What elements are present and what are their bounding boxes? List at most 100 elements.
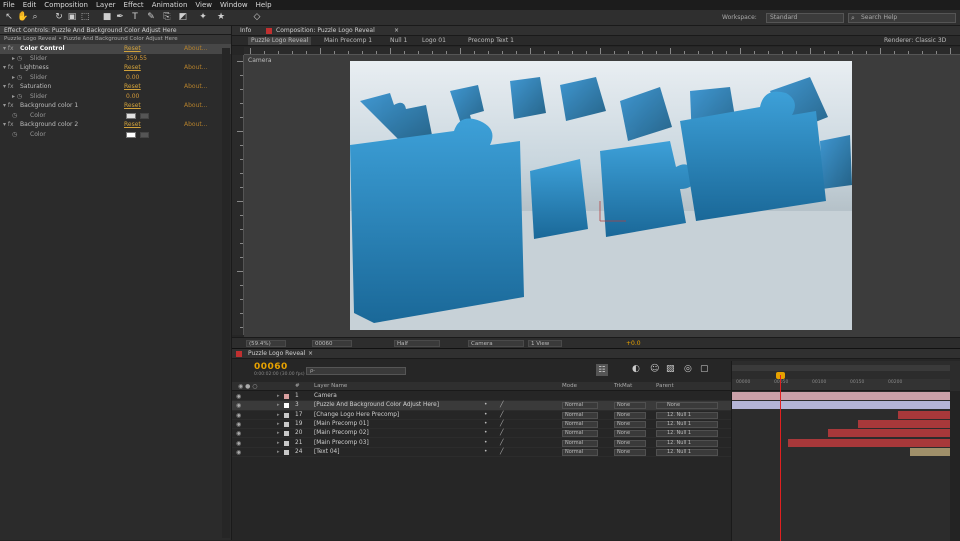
color-swatch[interactable]: [126, 112, 136, 119]
layer-row[interactable]: ◉ ▸ 20 [Main Precomp 02] • ╱ Normal None 12. Nul…: [232, 429, 731, 439]
label-color-chip[interactable]: [284, 440, 289, 446]
layer-expand-icon[interactable]: ▸: [277, 420, 280, 429]
track-matte-dropdown[interactable]: None: [614, 439, 646, 447]
tab-info[interactable]: Info: [240, 27, 251, 35]
layer-duration-bar[interactable]: [788, 438, 950, 447]
visibility-eye-icon[interactable]: ◉: [236, 411, 241, 420]
property-value[interactable]: 0.00: [126, 73, 139, 83]
layer-duration-bar[interactable]: [732, 392, 950, 400]
quality-switch-icon[interactable]: ╱: [500, 420, 504, 429]
layer-duration-bar[interactable]: [858, 419, 950, 428]
magnification-dropdown[interactable]: (59.4%): [246, 340, 286, 347]
rotate-tool-icon[interactable]: ↻: [54, 12, 64, 23]
menu-item-layer[interactable]: Layer: [96, 1, 116, 9]
hand-tool-icon[interactable]: ✋: [17, 12, 28, 23]
layer-row[interactable]: ◉ ▸ 1 Camera: [232, 392, 731, 402]
breadcrumb-item[interactable]: Logo 01: [422, 37, 446, 45]
layer-name[interactable]: Camera: [314, 392, 337, 401]
layer-name[interactable]: [Main Precomp 03]: [314, 439, 369, 448]
layer-duration-bar[interactable]: [898, 410, 950, 419]
breadcrumb-item[interactable]: Null 1: [390, 37, 407, 45]
renderer-label[interactable]: Renderer: Classic 3D: [884, 37, 946, 45]
visibility-eye-icon[interactable]: ◉: [236, 392, 241, 401]
label-color-chip[interactable]: [284, 394, 289, 399]
shy-switch-icon[interactable]: •: [484, 411, 487, 420]
menu-item-file[interactable]: File: [3, 1, 15, 9]
shy-switch-icon[interactable]: •: [484, 439, 487, 448]
tab-timeline[interactable]: Puzzle Logo Reveal: [248, 350, 305, 358]
effect-name[interactable]: Background color 1: [20, 101, 78, 111]
stopwatch-icon[interactable]: ▸ ◷: [12, 92, 22, 102]
color-swatch[interactable]: [126, 131, 136, 138]
visibility-eye-icon[interactable]: ◉: [236, 448, 241, 457]
about-link[interactable]: About...: [184, 120, 207, 130]
reset-link[interactable]: Reset: [124, 44, 141, 54]
reset-link[interactable]: Reset: [124, 63, 141, 73]
menu-item-effect[interactable]: Effect: [124, 1, 144, 9]
pan-behind-tool-icon[interactable]: ⬚: [80, 12, 90, 23]
menu-item-window[interactable]: Window: [220, 1, 248, 9]
stopwatch-icon[interactable]: ▸ ◷: [12, 73, 22, 83]
shy-switch-icon[interactable]: •: [484, 448, 487, 457]
track-matte-dropdown[interactable]: None: [614, 402, 646, 410]
eyedropper-icon[interactable]: [140, 131, 149, 138]
parent-dropdown[interactable]: 12. Null 1: [656, 420, 718, 428]
blend-mode-dropdown[interactable]: Normal: [562, 448, 598, 456]
eraser-tool-icon[interactable]: ◩: [178, 12, 188, 23]
col-mode[interactable]: Mode: [562, 382, 577, 391]
motion-blur-icon[interactable]: ◎: [684, 364, 692, 374]
current-time-indicator[interactable]: [780, 375, 781, 541]
layer-duration-bar[interactable]: [828, 429, 950, 438]
layer-expand-icon[interactable]: ▸: [277, 429, 280, 438]
3d-view-dropdown[interactable]: Camera: [468, 340, 524, 347]
draft-3d-icon[interactable]: ◐: [632, 364, 640, 374]
layer-name[interactable]: [Main Precomp 02]: [314, 429, 369, 438]
shy-switch-icon[interactable]: •: [484, 429, 487, 438]
effect-name[interactable]: Lightness: [20, 63, 49, 73]
blend-mode-dropdown[interactable]: Normal: [562, 402, 598, 410]
menu-item-help[interactable]: Help: [256, 1, 272, 9]
visibility-eye-icon[interactable]: ◉: [236, 401, 241, 410]
col-layer-name[interactable]: Layer Name: [314, 382, 347, 391]
track-matte-dropdown[interactable]: None: [614, 420, 646, 428]
blend-mode-dropdown[interactable]: Normal: [562, 439, 598, 447]
type-tool-icon[interactable]: T: [130, 12, 140, 23]
time-navigator[interactable]: [732, 365, 950, 371]
effect-property-row[interactable]: ▸ ◷ Slider 359.55: [0, 54, 231, 64]
puppet-tool-icon[interactable]: ★: [216, 12, 226, 23]
mask-tool-icon[interactable]: ■: [102, 12, 112, 23]
layer-name[interactable]: [Change Logo Here Precomp]: [314, 411, 399, 420]
effect-name[interactable]: Background color 2: [20, 120, 78, 130]
about-link[interactable]: About...: [184, 63, 207, 73]
layer-name[interactable]: [Puzzle And Background Color Adjust Here…: [314, 401, 439, 410]
stopwatch-icon[interactable]: ▸ ◷: [12, 54, 22, 64]
zoom-tool-icon[interactable]: ⌕: [30, 12, 40, 23]
tab-composition[interactable]: Composition: Puzzle Logo Reveal: [276, 27, 375, 35]
shy-switch-icon[interactable]: •: [484, 420, 487, 429]
layer-expand-icon[interactable]: ▸: [277, 448, 280, 457]
layer-expand-icon[interactable]: ▸: [277, 439, 280, 448]
layer-name[interactable]: [Main Precomp 01]: [314, 420, 369, 429]
blend-mode-dropdown[interactable]: Normal: [562, 420, 598, 428]
expand-triangle-icon[interactable]: ▾ fx: [3, 63, 14, 73]
track-matte-dropdown[interactable]: None: [614, 448, 646, 456]
timeline-graph[interactable]: 00000 00050 00100 00150 00200: [731, 361, 960, 541]
effect-row[interactable]: ▾ fx Color Control Reset About...: [0, 44, 231, 54]
effect-property-row[interactable]: ◷ Color: [0, 111, 231, 121]
breadcrumb-item[interactable]: Main Precomp 1: [324, 37, 372, 45]
effect-property-row[interactable]: ◷ Color: [0, 130, 231, 140]
workspace-dropdown[interactable]: Standard: [766, 13, 844, 23]
stopwatch-icon[interactable]: ◷: [12, 130, 17, 140]
parent-dropdown[interactable]: 12. Null 1: [656, 430, 718, 438]
comp-flowchart-icon[interactable]: ☷: [596, 364, 608, 376]
view-layout-dropdown[interactable]: 1 View: [528, 340, 562, 347]
menu-item-animation[interactable]: Animation: [152, 1, 188, 9]
axis-mode-icon[interactable]: ◇: [252, 12, 262, 23]
layer-search-input[interactable]: ρ-: [306, 367, 406, 375]
quality-switch-icon[interactable]: ╱: [500, 439, 504, 448]
close-icon[interactable]: ×: [308, 350, 313, 358]
effect-controls-tab[interactable]: Effect Controls: Puzzle And Background C…: [0, 26, 231, 35]
col-trkmat[interactable]: TrkMat: [614, 382, 632, 391]
effect-row[interactable]: ▾ fx Background color 2 Reset About...: [0, 120, 231, 130]
effect-controls-scrollbar[interactable]: [222, 48, 230, 538]
